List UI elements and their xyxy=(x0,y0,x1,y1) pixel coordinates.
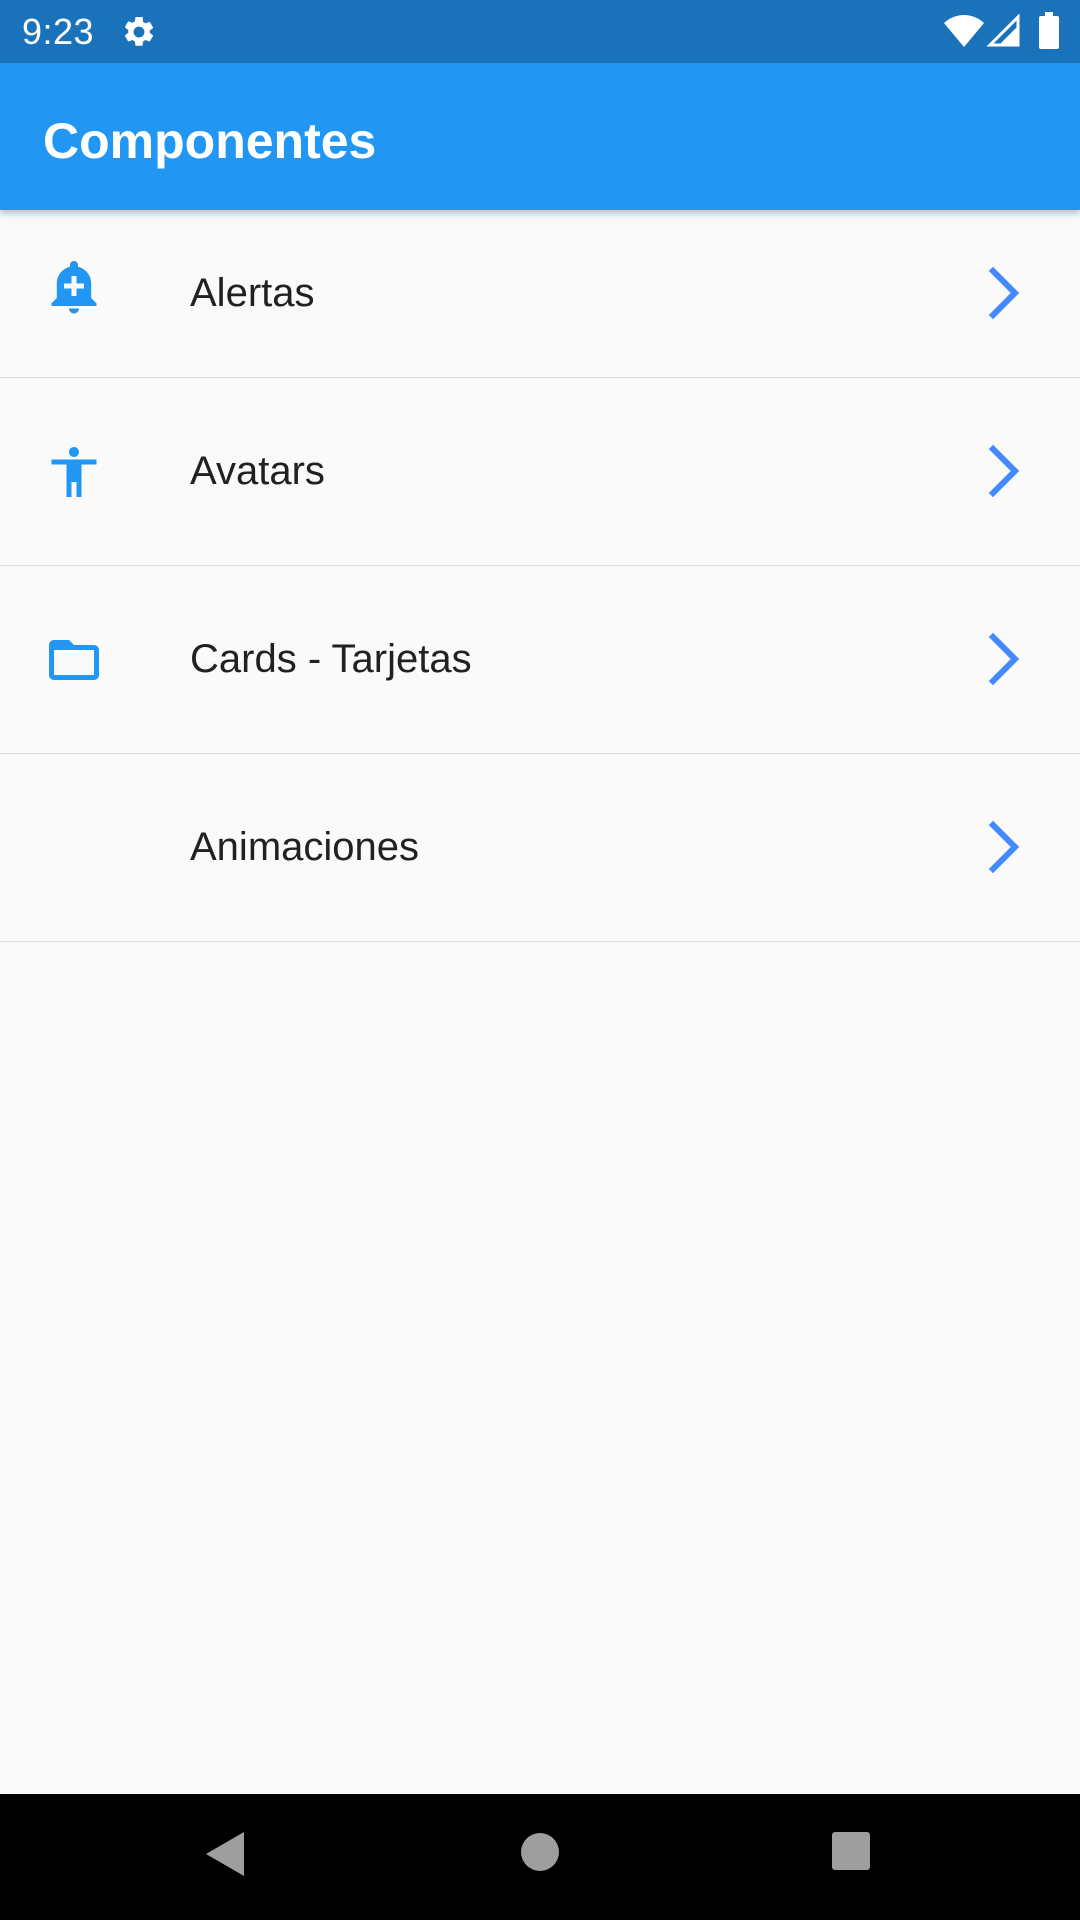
list-item-label: Avatars xyxy=(190,449,325,493)
folder-open-icon xyxy=(49,640,99,680)
list-item-label: Cards - Tarjetas xyxy=(190,637,472,681)
list-item-label: Animaciones xyxy=(190,825,420,869)
back-icon[interactable] xyxy=(204,1830,246,1878)
home-icon[interactable] xyxy=(519,1831,561,1873)
chevron-right-icon xyxy=(988,820,1020,874)
add-alert-icon xyxy=(51,261,97,314)
chevron-right-icon xyxy=(988,632,1020,686)
list-item-alertas[interactable]: Alertas xyxy=(0,210,1080,378)
status-time: 9:23 xyxy=(22,11,95,52)
battery-icon xyxy=(1039,12,1059,49)
app-bar: Componentes xyxy=(0,63,1080,210)
accessibility-icon xyxy=(51,447,97,497)
list-item-animaciones[interactable]: Animaciones xyxy=(0,754,1080,942)
list-item-label: Alertas xyxy=(190,271,315,315)
status-bar: 9:23 xyxy=(0,0,1080,63)
recents-icon[interactable] xyxy=(831,1831,871,1871)
navigation-bar xyxy=(0,1794,1080,1920)
gear-icon xyxy=(124,16,154,46)
list-item-avatars[interactable]: Avatars xyxy=(0,378,1080,566)
chevron-right-icon xyxy=(988,444,1020,498)
screen: 9:23 Componentes Alertas Avatars Cards -… xyxy=(0,0,1080,1920)
wifi-icon xyxy=(944,15,984,47)
component-list: Alertas Avatars Cards - Tarjetas Animaci… xyxy=(0,210,1080,942)
page-title: Componentes xyxy=(43,113,377,169)
signal-icon xyxy=(987,14,1020,47)
list-item-cards-tarjetas[interactable]: Cards - Tarjetas xyxy=(0,566,1080,754)
chevron-right-icon xyxy=(988,266,1020,320)
